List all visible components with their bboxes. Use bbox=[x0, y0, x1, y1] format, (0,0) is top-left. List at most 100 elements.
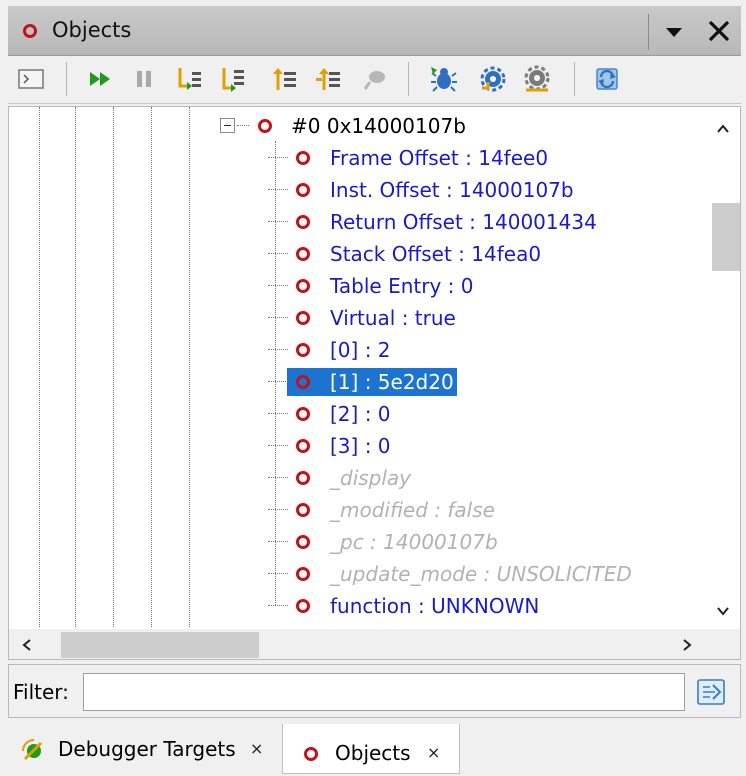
tree-connector bbox=[268, 445, 288, 446]
object-tree: #0 0x14000107b Frame Offset : 14fee0 Inst… bbox=[8, 106, 741, 660]
tree-row-label: _pc : 14000107b bbox=[330, 530, 498, 554]
title-separator bbox=[648, 14, 649, 50]
scroll-left-icon[interactable] bbox=[19, 637, 35, 653]
tree-row[interactable]: Stack Offset : 14fea0 bbox=[9, 238, 699, 270]
view-menu-icon[interactable] bbox=[660, 20, 688, 44]
tree-row-label: [3] : 0 bbox=[330, 434, 391, 458]
tab-bar: Debugger Targets × Objects × bbox=[0, 722, 746, 776]
filter-input[interactable] bbox=[83, 673, 685, 711]
step-over-icon[interactable] bbox=[218, 64, 248, 94]
toolbar bbox=[8, 56, 741, 104]
close-icon[interactable] bbox=[704, 16, 734, 46]
tree-connector bbox=[268, 605, 288, 606]
refresh-icon[interactable] bbox=[592, 64, 622, 94]
tree-row[interactable]: [3] : 0 bbox=[9, 430, 699, 462]
object-icon bbox=[296, 567, 310, 581]
tree-row[interactable]: _display bbox=[9, 462, 699, 494]
step-into-icon[interactable] bbox=[174, 64, 204, 94]
detach-gear-icon[interactable] bbox=[522, 64, 552, 94]
scrollbar-corner bbox=[705, 629, 740, 659]
tab-close-icon[interactable]: × bbox=[250, 739, 263, 758]
tree-connector bbox=[268, 509, 288, 510]
interrupt-icon[interactable] bbox=[360, 64, 390, 94]
toolbar-separator bbox=[66, 62, 67, 96]
tree-row[interactable]: [1] : 5e2d20 bbox=[9, 366, 699, 398]
title-bar: Objects bbox=[8, 6, 741, 56]
tree-row[interactable]: Table Entry : 0 bbox=[9, 270, 699, 302]
tree-connector bbox=[268, 253, 288, 254]
tree-row-label: _modified : false bbox=[330, 498, 495, 522]
tree-row[interactable]: function : UNKNOWN bbox=[9, 590, 699, 622]
horizontal-scrollbar[interactable] bbox=[9, 629, 705, 659]
console-icon[interactable] bbox=[16, 64, 46, 94]
filter-label: Filter: bbox=[13, 680, 69, 704]
tree-row-label: Return Offset : 140001434 bbox=[330, 210, 597, 234]
attach-gear-icon[interactable] bbox=[478, 64, 508, 94]
tree-connector bbox=[268, 221, 288, 222]
scroll-up-icon[interactable] bbox=[715, 121, 731, 137]
tree-connector bbox=[237, 125, 249, 126]
resume-icon[interactable] bbox=[86, 64, 116, 94]
tree-root-row[interactable]: #0 0x14000107b bbox=[9, 110, 699, 142]
horizontal-scroll-thumb[interactable] bbox=[61, 632, 259, 658]
tree-row[interactable]: [0] : 2 bbox=[9, 334, 699, 366]
tree-connector bbox=[268, 573, 288, 574]
scroll-down-icon[interactable] bbox=[715, 603, 731, 619]
collapse-toggle[interactable] bbox=[220, 118, 235, 133]
tab-objects[interactable]: Objects × bbox=[282, 724, 460, 774]
tree-row[interactable]: _update_mode : UNSOLICITED bbox=[9, 558, 699, 590]
tree-row[interactable]: Frame Offset : 14fee0 bbox=[9, 142, 699, 174]
vertical-scrollbar[interactable] bbox=[705, 107, 740, 629]
tree-row[interactable]: Return Offset : 140001434 bbox=[9, 206, 699, 238]
object-icon bbox=[258, 119, 272, 133]
object-icon bbox=[296, 503, 310, 517]
object-icon bbox=[296, 471, 310, 485]
tree-connector bbox=[268, 413, 288, 414]
tree-connector bbox=[268, 285, 288, 286]
object-icon bbox=[296, 375, 310, 389]
tree-row-label: Inst. Offset : 14000107b bbox=[330, 178, 574, 202]
tree-connector bbox=[268, 189, 288, 190]
vertical-scroll-thumb[interactable] bbox=[712, 203, 740, 271]
object-icon bbox=[296, 343, 310, 357]
object-icon bbox=[23, 24, 37, 38]
tree-row-label: Stack Offset : 14fea0 bbox=[330, 242, 542, 266]
pause-icon[interactable] bbox=[130, 64, 160, 94]
tree-connector bbox=[268, 381, 288, 382]
tree-row[interactable]: _pc : 14000107b bbox=[9, 526, 699, 558]
step-back-icon[interactable] bbox=[314, 64, 344, 94]
debug-bug-icon[interactable] bbox=[428, 64, 458, 94]
tree-row-label: [2] : 0 bbox=[330, 402, 391, 426]
filter-options-icon[interactable] bbox=[695, 675, 729, 709]
filter-bar: Filter: bbox=[8, 664, 741, 718]
tree-root-label: #0 0x14000107b bbox=[291, 114, 466, 138]
toolbar-separator bbox=[574, 62, 575, 96]
tree-row-label-selected: [1] : 5e2d20 bbox=[330, 370, 454, 394]
object-icon bbox=[296, 599, 310, 613]
tree-row[interactable]: Virtual : true bbox=[9, 302, 699, 334]
tab-label: Debugger Targets bbox=[58, 737, 236, 761]
tree-row-label: Frame Offset : 14fee0 bbox=[330, 146, 549, 170]
tree-row-label: _display bbox=[330, 466, 412, 490]
tree-connector bbox=[268, 541, 288, 542]
tree-row[interactable]: [2] : 0 bbox=[9, 398, 699, 430]
object-icon bbox=[296, 183, 310, 197]
object-icon bbox=[304, 747, 318, 761]
tree-connector bbox=[268, 477, 288, 478]
window-title: Objects bbox=[52, 18, 132, 42]
tab-label: Objects bbox=[335, 741, 411, 765]
tree-row-label: Table Entry : 0 bbox=[330, 274, 474, 298]
tab-close-icon[interactable]: × bbox=[427, 743, 440, 762]
object-icon bbox=[296, 247, 310, 261]
tree-row-label: _update_mode : UNSOLICITED bbox=[330, 562, 632, 586]
object-icon bbox=[296, 407, 310, 421]
tree-row[interactable]: _modified : false bbox=[9, 494, 699, 526]
object-icon bbox=[296, 439, 310, 453]
scroll-right-icon[interactable] bbox=[679, 637, 695, 653]
tree-row[interactable]: Inst. Offset : 14000107b bbox=[9, 174, 699, 206]
tab-debugger-targets[interactable]: Debugger Targets × bbox=[12, 728, 280, 770]
tree-connector bbox=[268, 157, 288, 158]
tree-connector bbox=[268, 349, 288, 350]
step-out-icon[interactable] bbox=[270, 64, 300, 94]
tree-row-label: function : UNKNOWN bbox=[330, 594, 540, 618]
